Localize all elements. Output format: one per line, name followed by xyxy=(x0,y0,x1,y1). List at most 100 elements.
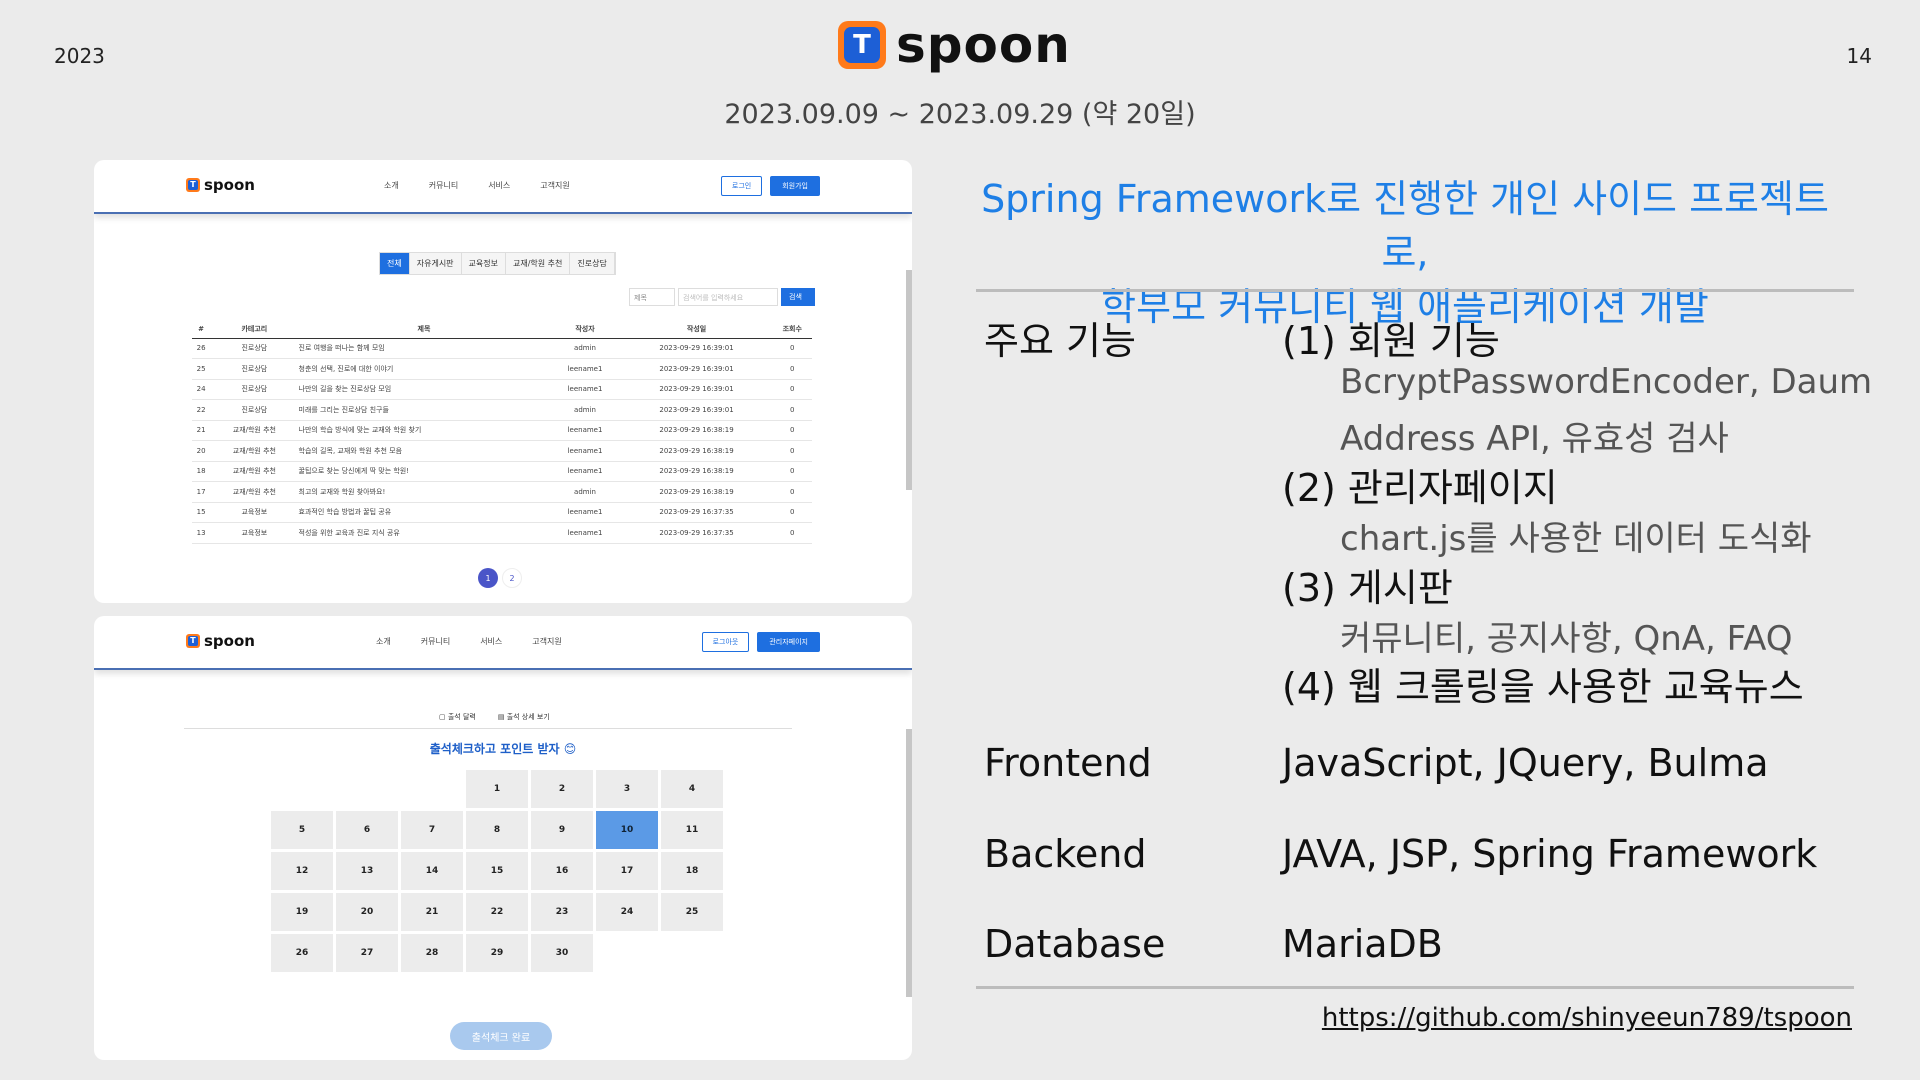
calendar-day[interactable]: 25 xyxy=(661,893,723,931)
site-navbar: T spoon 소개 커뮤니티 서비스 고객지원 로그아웃 관리자페이지 xyxy=(94,616,912,670)
table-row[interactable]: 26 진로상담 진로 여행을 떠나는 함께 모임 admin 2023-09-29 16… xyxy=(192,338,812,359)
calendar-day[interactable]: 18 xyxy=(661,852,723,890)
table-cell[interactable]: 적성을 위한 교육과 진로 지식 공유 xyxy=(298,522,550,544)
feature-1-detail: BcryptPasswordEncoder, Daum xyxy=(1340,362,1873,402)
menu-item-service[interactable]: 서비스 xyxy=(480,636,502,647)
table-cell: 2023-09-29 16:37:35 xyxy=(620,502,773,523)
menu-item-support[interactable]: 고객지원 xyxy=(532,636,561,647)
calendar-day[interactable]: 30 xyxy=(531,934,593,972)
table-cell: leename1 xyxy=(549,502,621,523)
menu-item-community[interactable]: 커뮤니티 xyxy=(429,180,458,191)
calendar-day[interactable]: 26 xyxy=(271,934,333,972)
feature-4: (4) 웹 크롤링을 사용한 교육뉴스 xyxy=(1282,665,1804,709)
table-cell: 0 xyxy=(772,338,812,359)
table-cell[interactable]: 나만의 길을 찾는 진로상담 모임 xyxy=(298,379,550,400)
calendar-day[interactable]: 20 xyxy=(336,893,398,931)
calendar-day[interactable]: 15 xyxy=(466,852,528,890)
github-repo-link[interactable]: https://github.com/shinyeeun789/tspoon xyxy=(1322,1003,1852,1033)
calendar-day[interactable]: 9 xyxy=(531,811,593,849)
site-menu: 소개 커뮤니티 서비스 고객지원 xyxy=(376,636,562,647)
table-header-cell: 카테고리 xyxy=(210,320,299,339)
attendance-tabs: ▢ 출석 달력 ▤ 출석 상세 보기 xyxy=(439,712,550,722)
tab-edu-info[interactable]: 교육정보 xyxy=(461,253,506,274)
calendar-day[interactable]: 11 xyxy=(661,811,723,849)
signup-button[interactable]: 회원가입 xyxy=(770,176,820,196)
board-tabs: 전체 자유게시판 교육정보 교재/학원 추천 진로상담 xyxy=(379,252,616,275)
table-row[interactable]: 25 진로상담 청춘의 선택, 진로에 대한 이야기 leename1 2023-09-… xyxy=(192,358,812,380)
site-navbar: T spoon 소개 커뮤니티 서비스 고객지원 로그인 회원가입 xyxy=(94,160,912,214)
table-row[interactable]: 20 교재/학원 추천 학습의 길목, 교재와 학원 추천 모음 leename1 20… xyxy=(192,440,812,462)
table-row[interactable]: 13 교육정보 적성을 위한 교육과 진로 지식 공유 leename1 2023-09… xyxy=(192,522,812,544)
table-cell[interactable]: 꿀팁으로 찾는 당신에게 딱 맞는 학원! xyxy=(298,461,550,482)
calendar-day[interactable]: 28 xyxy=(401,934,463,972)
calendar-day[interactable]: 1 xyxy=(466,770,528,808)
table-row[interactable]: 15 교육정보 효과적인 학습 방법과 꿀팁 공유 leename1 2023-09-2… xyxy=(192,502,812,523)
menu-item-support[interactable]: 고객지원 xyxy=(540,180,569,191)
table-cell[interactable]: 청춘의 선택, 진로에 대한 이야기 xyxy=(298,358,550,380)
calendar-day[interactable]: 4 xyxy=(661,770,723,808)
search-type-select[interactable]: 제목 xyxy=(629,288,675,306)
calendar-day[interactable]: 22 xyxy=(466,893,528,931)
site-logo[interactable]: T spoon xyxy=(186,176,255,194)
calendar-day[interactable]: 19 xyxy=(271,893,333,931)
admin-page-button[interactable]: 관리자페이지 xyxy=(757,632,820,652)
table-row[interactable]: 18 교재/학원 추천 꿀팁으로 찾는 당신에게 딱 맞는 학원! leename1 2… xyxy=(192,461,812,482)
tab-free-board[interactable]: 자유게시판 xyxy=(409,253,462,274)
features-label: 주요 기능 xyxy=(984,319,1136,363)
table-cell: 0 xyxy=(772,358,812,380)
table-cell[interactable]: 효과적인 학습 방법과 꿀팁 공유 xyxy=(298,502,550,523)
table-row[interactable]: 17 교재/학원 추천 최고의 교재와 학원 찾아봐요! admin 2023-09-2… xyxy=(192,481,812,503)
feature-3: (3) 게시판 xyxy=(1282,566,1453,610)
spoon-logo: T spoon xyxy=(838,20,1071,70)
table-cell[interactable]: 미래를 그리는 진로상담 친구들 xyxy=(298,399,550,421)
tab-attendance-detail[interactable]: ▤ 출석 상세 보기 xyxy=(498,712,550,722)
calendar-day[interactable]: 16 xyxy=(531,852,593,890)
login-button[interactable]: 로그인 xyxy=(720,176,763,196)
search-input[interactable]: 검색어를 입력하세요 xyxy=(678,288,778,306)
calendar-day[interactable]: 10 xyxy=(596,811,658,849)
calendar-day[interactable]: 3 xyxy=(596,770,658,808)
calendar-day[interactable]: 5 xyxy=(271,811,333,849)
tab-all[interactable]: 전체 xyxy=(380,253,410,274)
calendar-day[interactable]: 27 xyxy=(336,934,398,972)
calendar-day[interactable]: 21 xyxy=(401,893,463,931)
table-row[interactable]: 22 진로상담 미래를 그리는 진로상담 친구들 admin 2023-09-29 16… xyxy=(192,399,812,421)
table-cell[interactable]: 나만의 학습 방식에 맞는 교재와 학원 찾기 xyxy=(298,420,550,441)
page-2[interactable]: 2 xyxy=(502,568,522,588)
search-button[interactable]: 검색 xyxy=(781,288,815,306)
table-row[interactable]: 21 교재/학원 추천 나만의 학습 방식에 맞는 교재와 학원 찾기 leename… xyxy=(192,420,812,441)
calendar-day[interactable]: 29 xyxy=(466,934,528,972)
calendar-day[interactable]: 6 xyxy=(336,811,398,849)
menu-item-community[interactable]: 커뮤니티 xyxy=(421,636,450,647)
menu-item-about[interactable]: 소개 xyxy=(384,180,399,191)
calendar-day[interactable]: 2 xyxy=(531,770,593,808)
table-cell[interactable]: 최고의 교재와 학원 찾아봐요! xyxy=(298,481,550,503)
site-logo[interactable]: T spoon xyxy=(186,632,255,650)
tab-academy-recommend[interactable]: 교재/학원 추천 xyxy=(506,253,571,274)
logo-icon: T xyxy=(186,178,200,192)
logout-button[interactable]: 로그아웃 xyxy=(701,632,750,652)
calendar-day[interactable]: 14 xyxy=(401,852,463,890)
calendar-day[interactable]: 24 xyxy=(596,893,658,931)
scrollbar[interactable] xyxy=(906,729,912,997)
tab-attendance-calendar[interactable]: ▢ 출석 달력 xyxy=(439,712,476,722)
calendar-day[interactable]: 8 xyxy=(466,811,528,849)
table-cell[interactable]: 진로 여행을 떠나는 함께 모임 xyxy=(298,338,550,359)
menu-item-about[interactable]: 소개 xyxy=(376,636,391,647)
calendar-day[interactable]: 7 xyxy=(401,811,463,849)
frontend-value: JavaScript, JQuery, Bulma xyxy=(1282,741,1769,785)
calendar-day[interactable]: 13 xyxy=(336,852,398,890)
year-label: 2023 xyxy=(54,44,105,68)
table-row[interactable]: 24 진로상담 나만의 길을 찾는 진로상담 모임 leename1 2023-09-2… xyxy=(192,379,812,400)
table-cell: admin xyxy=(549,481,621,503)
calendar-day[interactable]: 12 xyxy=(271,852,333,890)
table-cell[interactable]: 학습의 길목, 교재와 학원 추천 모음 xyxy=(298,440,550,462)
attendance-done-button[interactable]: 출석체크 완료 xyxy=(450,1022,552,1050)
menu-item-service[interactable]: 서비스 xyxy=(488,180,510,191)
table-cell: leename1 xyxy=(549,420,621,441)
calendar-day[interactable]: 23 xyxy=(531,893,593,931)
scrollbar[interactable] xyxy=(906,270,912,490)
calendar-day[interactable]: 17 xyxy=(596,852,658,890)
tab-career[interactable]: 진로상담 xyxy=(570,253,615,274)
page-1[interactable]: 1 xyxy=(478,568,498,588)
